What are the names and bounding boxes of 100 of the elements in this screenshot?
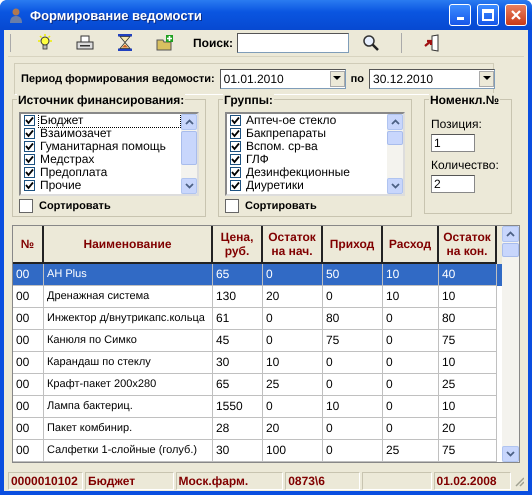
scroll-up-icon [390,118,400,125]
checkbox[interactable] [24,180,35,191]
scrollbar[interactable] [502,226,519,462]
status-field: Моск.фарм. [176,472,284,490]
hourglass-icon [118,34,132,52]
list-item[interactable]: Медстрах [38,152,96,167]
table-cell: Дренажная система [44,286,213,308]
table-cell: 0 [323,286,383,308]
checkbox[interactable] [230,166,241,178]
list-item[interactable]: Аптеч-ое стекло [244,114,338,128]
list-item[interactable]: Гуманитарная помощь [38,138,168,154]
printer-icon [76,34,94,51]
checkbox[interactable] [24,128,35,139]
table-cell: 130 [213,286,263,308]
table-cell: 0 [383,308,439,330]
close-button[interactable] [505,4,527,26]
checkbox[interactable] [230,114,241,126]
period-separator: по [350,72,364,85]
group-title: Номенкл.№ [429,92,500,107]
table-cell: 45 [213,330,263,352]
table-row[interactable]: 00 Пакет комбинир. 28 20 0 0 20 [13,418,502,440]
table-cell: 0 [383,396,439,418]
list-item[interactable]: Бакпрепараты [244,126,328,141]
lightbulb-icon [37,34,53,52]
status-field: 0000010102 [8,472,84,490]
maximize-button[interactable] [477,4,499,26]
table-cell: 30 [213,440,263,462]
checkbox[interactable] [230,140,241,152]
table-row[interactable]: 00 Канюля по Симко 45 0 75 0 75 [13,330,502,352]
table-cell: AH Plus [44,264,213,286]
table-row[interactable]: 00 Инжектор д/внутрикапс.кольца 61 0 80 0 80 [13,308,502,330]
table-row[interactable]: 00 Дренажная система 130 20 0 10 10 [13,286,502,308]
period-label: Период формирования ведомости: [21,72,215,85]
checkbox[interactable] [24,154,35,165]
date-from-dropdown[interactable]: 01.01.2010 [220,68,346,89]
table-cell: Салфетки 1-слойные (голуб.) [44,440,213,462]
date-to-dropdown[interactable]: 30.12.2010 [369,68,496,89]
table-cell: Канюля по Симко [44,330,213,352]
scroll-down-icon [390,182,400,189]
sort-checkbox[interactable] [225,198,239,213]
scroll-thumb[interactable] [181,130,197,165]
list-item[interactable]: Дезинфекционные [244,164,352,180]
table-cell: 30 [213,352,263,374]
scrollbar[interactable] [181,114,197,194]
table-row[interactable]: 00 Крафт-пакет 200х280 65 25 0 0 25 [13,374,502,396]
checkbox[interactable] [24,166,35,178]
scroll-thumb[interactable] [502,242,519,257]
person-icon [8,7,24,23]
table-cell: 80 [439,308,497,330]
table-cell: 00 [13,330,44,352]
sort-checkbox[interactable] [19,198,33,213]
count-field[interactable]: 2 [431,174,475,193]
list-item[interactable]: Взаимозачет [38,126,114,141]
scrollbar[interactable] [387,114,403,194]
table-cell: 20 [439,418,497,440]
table-row[interactable]: 00 Салфетки 1-слойные (голуб.) 30 100 0 25 75 [13,440,502,462]
table-cell: Карандаш по стеклу [44,352,213,374]
list-item[interactable]: Предоплата [38,164,110,180]
table-cell: 25 [439,374,497,396]
table-cell: 61 [213,308,263,330]
table-cell: 50 [323,264,383,286]
table-cell: 00 [13,374,44,396]
search-field[interactable] [237,32,350,53]
table-row[interactable]: 00 Лампа бактериц. 1550 0 10 0 10 [13,396,502,418]
table-cell: 20 [263,286,323,308]
table-cell: 10 [323,396,383,418]
window-title: Формирование ведомости [30,8,202,22]
table-row[interactable]: 00 AH Plus 65 0 50 10 40 [13,264,502,286]
table-cell: 0 [323,440,383,462]
table-cell: 75 [439,330,497,352]
table-cell: 65 [213,374,263,396]
table-cell: 00 [13,264,44,286]
table-cell: 65 [213,264,263,286]
list-item[interactable]: Прочие [38,178,84,193]
minimize-button[interactable] [449,4,471,26]
list-item[interactable]: Вспом. ср-ва [244,138,320,154]
checkbox[interactable] [24,140,35,152]
table-cell: 0 [263,396,323,418]
table-cell: Крафт-пакет 200х280 [44,374,213,396]
caret-icon [482,76,491,82]
list-item[interactable]: ГЛФ [244,152,271,167]
table-cell: 10 [383,264,439,286]
checkbox[interactable] [230,180,241,191]
table-cell: 25 [263,374,323,396]
checkbox[interactable] [24,114,35,126]
position-label: Позиция: [431,116,483,131]
table-cell: 28 [213,418,263,440]
list-item[interactable]: Диуретики [244,178,306,193]
checkbox[interactable] [230,128,241,139]
minimize-icon [456,17,464,20]
table-cell: 80 [323,308,383,330]
table-cell: 00 [13,440,44,462]
status-field: Бюджет [85,472,174,490]
checkbox[interactable] [230,154,241,165]
resize-grip-icon[interactable] [512,474,524,487]
table-cell: 0 [323,374,383,396]
table-cell: 0 [263,330,323,352]
position-field[interactable]: 1 [431,134,475,152]
table-row[interactable]: 00 Карандаш по стеклу 30 10 0 0 10 [13,352,502,374]
scroll-thumb[interactable] [387,130,403,145]
